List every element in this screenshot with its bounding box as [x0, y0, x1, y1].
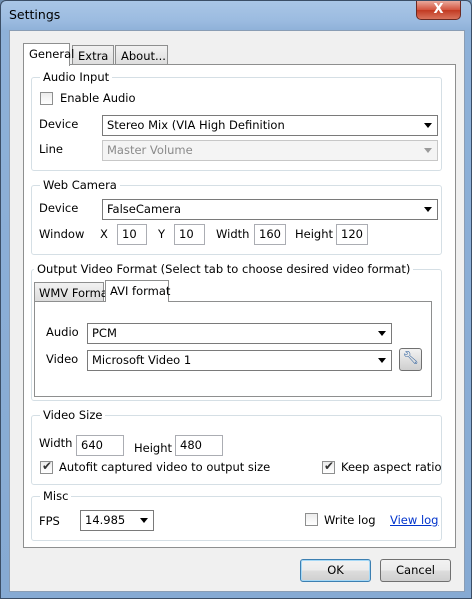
avi-audio-label: Audio [46, 325, 79, 339]
audio-input-group: Audio Input Enable Audio Device Stereo M… [31, 70, 442, 171]
line-dropdown[interactable]: Master Volume [102, 140, 438, 161]
fps-label: FPS [39, 514, 60, 528]
write-log-label: Write log [324, 513, 376, 527]
out-height-label: Height [134, 441, 173, 455]
tab-avi-format[interactable]: AVI format [105, 280, 170, 302]
x-input[interactable]: 10 [117, 224, 147, 245]
web-camera-title: Web Camera [40, 178, 120, 192]
ok-button[interactable]: OK [300, 559, 371, 582]
chevron-down-icon [140, 518, 148, 523]
window-label: Window [39, 227, 85, 241]
video-size-group: Video Size Width 640 Height 480 Autofit … [31, 408, 442, 485]
configure-codec-button[interactable]: 🔧︎ [399, 348, 422, 371]
chevron-down-icon [424, 148, 432, 153]
write-log-checkbox[interactable] [305, 513, 318, 526]
keep-aspect-checkbox[interactable] [322, 459, 335, 474]
settings-window: Settings X General Extra About... Audio … [0, 0, 472, 599]
avi-video-label: Video [46, 352, 79, 366]
web-camera-group: Web Camera Device FalseCamera Window X 1… [31, 178, 442, 255]
chevron-down-icon [378, 358, 386, 363]
out-height-input[interactable]: 480 [175, 435, 223, 456]
avi-audio-value: PCM [92, 326, 117, 340]
tab-general[interactable]: General [23, 43, 74, 66]
camera-device-label: Device [39, 201, 79, 215]
enable-audio-checkbox[interactable] [40, 92, 53, 105]
autofit-checkbox[interactable] [40, 459, 53, 474]
y-input[interactable]: 10 [174, 224, 205, 245]
tab-extra[interactable]: Extra [72, 45, 114, 65]
avi-audio-dropdown[interactable]: PCM [87, 323, 392, 344]
tab-about[interactable]: About... [115, 45, 168, 65]
dialog-body: General Extra About... Audio Input Enabl… [9, 30, 465, 592]
close-button[interactable]: X [416, 1, 461, 20]
enable-audio-label: Enable Audio [60, 91, 136, 105]
out-width-label: Width [39, 436, 73, 450]
window-title: Settings [9, 7, 61, 22]
out-width-input[interactable]: 640 [76, 435, 124, 456]
audio-input-title: Audio Input [40, 70, 113, 84]
audio-device-label: Device [39, 117, 79, 131]
camera-device-value: FalseCamera [107, 202, 181, 216]
x-label: X [100, 227, 108, 241]
tab-wmv-format[interactable]: WMV Format [34, 282, 112, 301]
avi-video-dropdown[interactable]: Microsoft Video 1 [87, 350, 392, 371]
fps-value: 14.985 [85, 513, 126, 527]
keep-aspect-label: Keep aspect ratio [341, 460, 442, 474]
general-tab-panel: Audio Input Enable Audio Device Stereo M… [23, 64, 456, 548]
autofit-label: Autofit captured video to output size [59, 460, 271, 474]
audio-device-value: Stereo Mix (VIA High Definition [107, 118, 285, 132]
misc-title: Misc [40, 489, 72, 503]
audio-device-dropdown[interactable]: Stereo Mix (VIA High Definition [102, 115, 438, 136]
cam-width-label: Width [216, 227, 250, 241]
camera-device-dropdown[interactable]: FalseCamera [102, 199, 438, 220]
format-tabs: WMV Format AVI format [34, 280, 234, 302]
video-size-title: Video Size [40, 408, 106, 422]
line-label: Line [39, 142, 63, 156]
fps-dropdown[interactable]: 14.985 [80, 510, 154, 531]
cam-height-input[interactable]: 120 [336, 224, 368, 245]
y-label: Y [158, 227, 166, 241]
cam-width-input[interactable]: 160 [254, 224, 286, 245]
output-format-title: Output Video Format (Select tab to choos… [34, 262, 414, 276]
avi-format-panel: Audio PCM Video Microsoft Video 1 🔧︎ [34, 301, 432, 397]
view-log-link[interactable]: View log [390, 513, 438, 527]
misc-group: Misc FPS 14.985 Write log View log [31, 489, 442, 541]
cancel-button[interactable]: Cancel [380, 559, 451, 582]
wrench-icon: 🔧︎ [402, 351, 419, 366]
line-value: Master Volume [107, 143, 193, 157]
output-format-group: Output Video Format (Select tab to choos… [31, 262, 442, 401]
chevron-down-icon [424, 207, 432, 212]
chevron-down-icon [378, 331, 386, 336]
cam-height-label: Height [295, 227, 334, 241]
avi-video-value: Microsoft Video 1 [92, 353, 192, 367]
chevron-down-icon [424, 123, 432, 128]
